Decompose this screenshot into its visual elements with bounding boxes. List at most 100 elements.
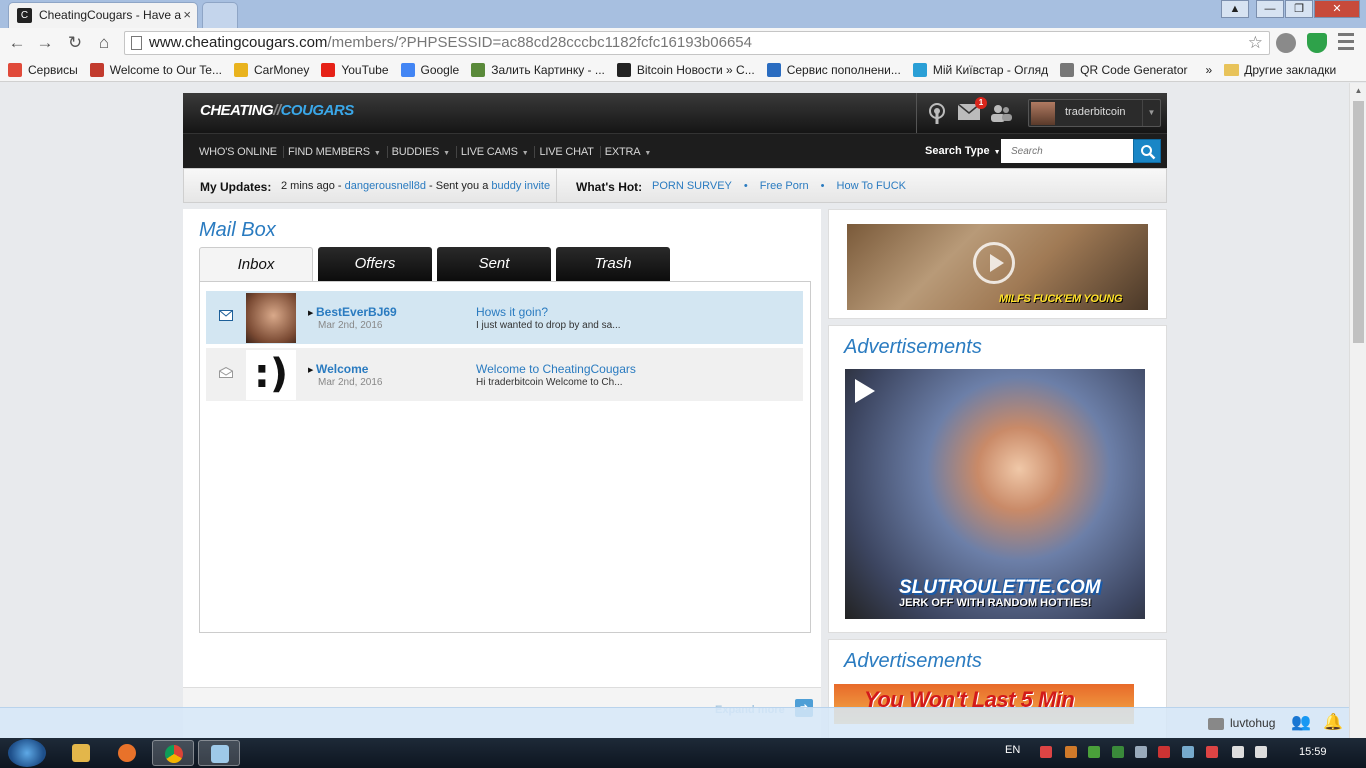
close-window-button[interactable]: ✕ — [1314, 0, 1360, 18]
scrollbar-thumb[interactable] — [1353, 101, 1364, 343]
taskbar-explorer[interactable] — [60, 740, 102, 766]
message-date: Mar 2nd, 2016 — [318, 377, 383, 388]
start-button[interactable] — [8, 739, 46, 767]
bookmark-label: Мій Київстар - Огляд — [932, 62, 1049, 77]
message-row[interactable]: :) ▶ Welcome Mar 2nd, 2016 Welcome to Ch… — [206, 348, 803, 401]
bookmark-item[interactable]: YouTube — [321, 62, 389, 77]
bookmark-item[interactable]: Google — [400, 62, 460, 77]
language-indicator[interactable]: EN — [1005, 744, 1020, 756]
search-type-dropdown[interactable]: Search Type ▼ — [925, 145, 1001, 157]
nav-item-buddies[interactable]: BUDDIES ▼ — [392, 145, 457, 158]
bell-icon[interactable]: 🔔 — [1322, 714, 1344, 732]
tab-offers[interactable]: Offers — [318, 247, 432, 281]
search-button[interactable] — [1133, 139, 1161, 163]
hot-link-porn-survey[interactable]: PORN SURVEY — [652, 180, 732, 192]
message-sender[interactable]: Welcome — [316, 362, 368, 376]
scroll-up-icon[interactable]: ▲ — [1353, 86, 1364, 98]
message-row[interactable]: ▶ BestEverBJ69 Mar 2nd, 2016 Hows it goi… — [206, 291, 803, 344]
browser-tab-active[interactable]: C CheatingCougars - Have a × — [8, 2, 198, 28]
tray-app-icon[interactable] — [1112, 746, 1124, 758]
minimize-button[interactable]: — — [1256, 0, 1284, 18]
mailbox-panel: Mail Box Inbox Offers Sent Trash ▶ BestE… — [183, 209, 821, 738]
home-icon[interactable]: ⌂ — [93, 32, 115, 54]
nav-item-find-members[interactable]: FIND MEMBERS ▼ — [288, 145, 388, 158]
taskbar-notepad[interactable] — [198, 740, 240, 766]
back-arrow-icon[interactable]: ← — [6, 32, 28, 54]
hot-link-how-to[interactable]: How To FUCK — [837, 180, 906, 192]
nav-item-extra[interactable]: EXTRA ▼ — [605, 146, 657, 158]
new-tab-button[interactable] — [202, 2, 238, 28]
bookmark-label: Сервисы — [28, 62, 78, 77]
reload-icon[interactable]: ↻ — [64, 32, 86, 54]
update-user-link[interactable]: dangerousnell8d — [345, 180, 426, 192]
bullet: • — [743, 180, 748, 192]
message-subject[interactable]: Hows it goin? — [476, 305, 548, 319]
bookmark-item[interactable]: Welcome to Our Te... — [89, 62, 222, 77]
url-domain: www.cheatingcougars.com — [149, 34, 328, 51]
chat-user[interactable]: luvtohug — [1208, 716, 1275, 730]
hot-link-free-porn[interactable]: Free Porn — [760, 180, 809, 192]
friends-icon[interactable]: 👥 — [1290, 714, 1312, 732]
bookmark-item[interactable]: Залить Картинку - ... — [471, 62, 605, 77]
message-list: ▶ BestEverBJ69 Mar 2nd, 2016 Hows it goi… — [199, 281, 811, 633]
message-subject[interactable]: Welcome to CheatingCougars — [476, 362, 636, 376]
bookmark-star-icon[interactable]: ☆ — [1248, 32, 1263, 54]
bookmark-item[interactable]: Мій Київстар - Огляд — [912, 62, 1049, 77]
more-bookmarks-icon[interactable]: » — [1206, 63, 1213, 77]
bookmark-label: Google — [420, 62, 460, 77]
buddy-invite-link[interactable]: buddy invite — [491, 180, 550, 192]
network-icon[interactable] — [1255, 746, 1267, 758]
taskbar-chrome[interactable] — [152, 740, 194, 766]
nav-item-live-chat[interactable]: LIVE CHAT — [539, 145, 601, 158]
clock[interactable]: 15:59 — [1299, 746, 1327, 758]
user-menu[interactable]: traderbitcoin ▼ — [1028, 99, 1161, 127]
nav-item-live-cams[interactable]: LIVE CAMS ▼ — [461, 145, 536, 158]
bookmark-item[interactable]: QR Code Generator — [1060, 62, 1188, 77]
friends-icon[interactable] — [989, 103, 1013, 125]
ad-box: MILFS FUCK'EM YOUNG — [828, 209, 1167, 319]
search-input[interactable] — [1001, 139, 1133, 163]
tab-inbox[interactable]: Inbox — [199, 247, 313, 282]
video-ad-large[interactable]: SLUTROULETTE.COM JERK OFF WITH RANDOM HO… — [845, 369, 1145, 619]
tray-app-icon[interactable] — [1158, 746, 1170, 758]
message-sender[interactable]: BestEverBJ69 — [316, 305, 397, 319]
tray-app-icon[interactable] — [1206, 746, 1218, 758]
profile-icon[interactable]: ▲ — [1221, 0, 1249, 18]
sender-avatar[interactable]: :) — [246, 350, 296, 400]
menu-icon[interactable] — [1338, 33, 1354, 51]
other-bookmarks-label: Другие закладки — [1244, 62, 1337, 77]
other-bookmarks-folder[interactable]: Другие закладки — [1224, 63, 1336, 77]
tab-sent[interactable]: Sent — [437, 247, 551, 281]
bookmark-item[interactable]: CarMoney — [233, 62, 309, 77]
bookmark-item[interactable]: Сервисы — [8, 62, 78, 77]
nav-items: WHO'S ONLINE FIND MEMBERS ▼ BUDDIES ▼ LIVE CA… — [199, 134, 661, 169]
site-logo[interactable]: CHEATING//COUGARS — [200, 102, 354, 119]
taskbar-firefox[interactable] — [106, 740, 148, 766]
chat-username: luvtohug — [1230, 716, 1276, 730]
tab-trash[interactable]: Trash — [556, 247, 670, 281]
tray-app-icon[interactable] — [1065, 746, 1077, 758]
play-icon[interactable] — [973, 242, 1015, 284]
volume-icon[interactable] — [1232, 746, 1244, 758]
play-icon[interactable] — [855, 379, 875, 403]
shield-extension-icon[interactable] — [1307, 33, 1327, 53]
logo-text-1: CHEATING — [200, 102, 274, 119]
tray-app-icon[interactable] — [1135, 746, 1147, 758]
bookmark-item[interactable]: Сервис пополнени... — [766, 62, 901, 77]
globe-extension-icon[interactable] — [1276, 33, 1296, 53]
page-scrollbar[interactable]: ▲ — [1349, 83, 1366, 738]
forward-arrow-icon[interactable]: → — [34, 32, 56, 54]
chevron-down-icon[interactable]: ▼ — [1142, 100, 1160, 126]
tray-app-icon[interactable] — [1040, 746, 1052, 758]
video-ad-banner[interactable]: MILFS FUCK'EM YOUNG — [847, 224, 1148, 310]
maximize-button[interactable]: ❐ — [1285, 0, 1313, 18]
nav-item-who-s-online[interactable]: WHO'S ONLINE — [199, 145, 284, 158]
address-bar[interactable]: www.cheatingcougars.com/members/?PHPSESS… — [124, 31, 1270, 55]
broadcast-icon[interactable] — [925, 103, 949, 125]
sender-avatar[interactable] — [246, 293, 296, 343]
ad-section-title: Advertisements — [844, 336, 982, 358]
download-icon[interactable] — [1088, 746, 1100, 758]
tray-app-icon[interactable] — [1182, 746, 1194, 758]
bookmark-item[interactable]: Bitcoin Новости » С... — [616, 62, 755, 77]
tab-close-icon[interactable]: × — [183, 3, 191, 27]
